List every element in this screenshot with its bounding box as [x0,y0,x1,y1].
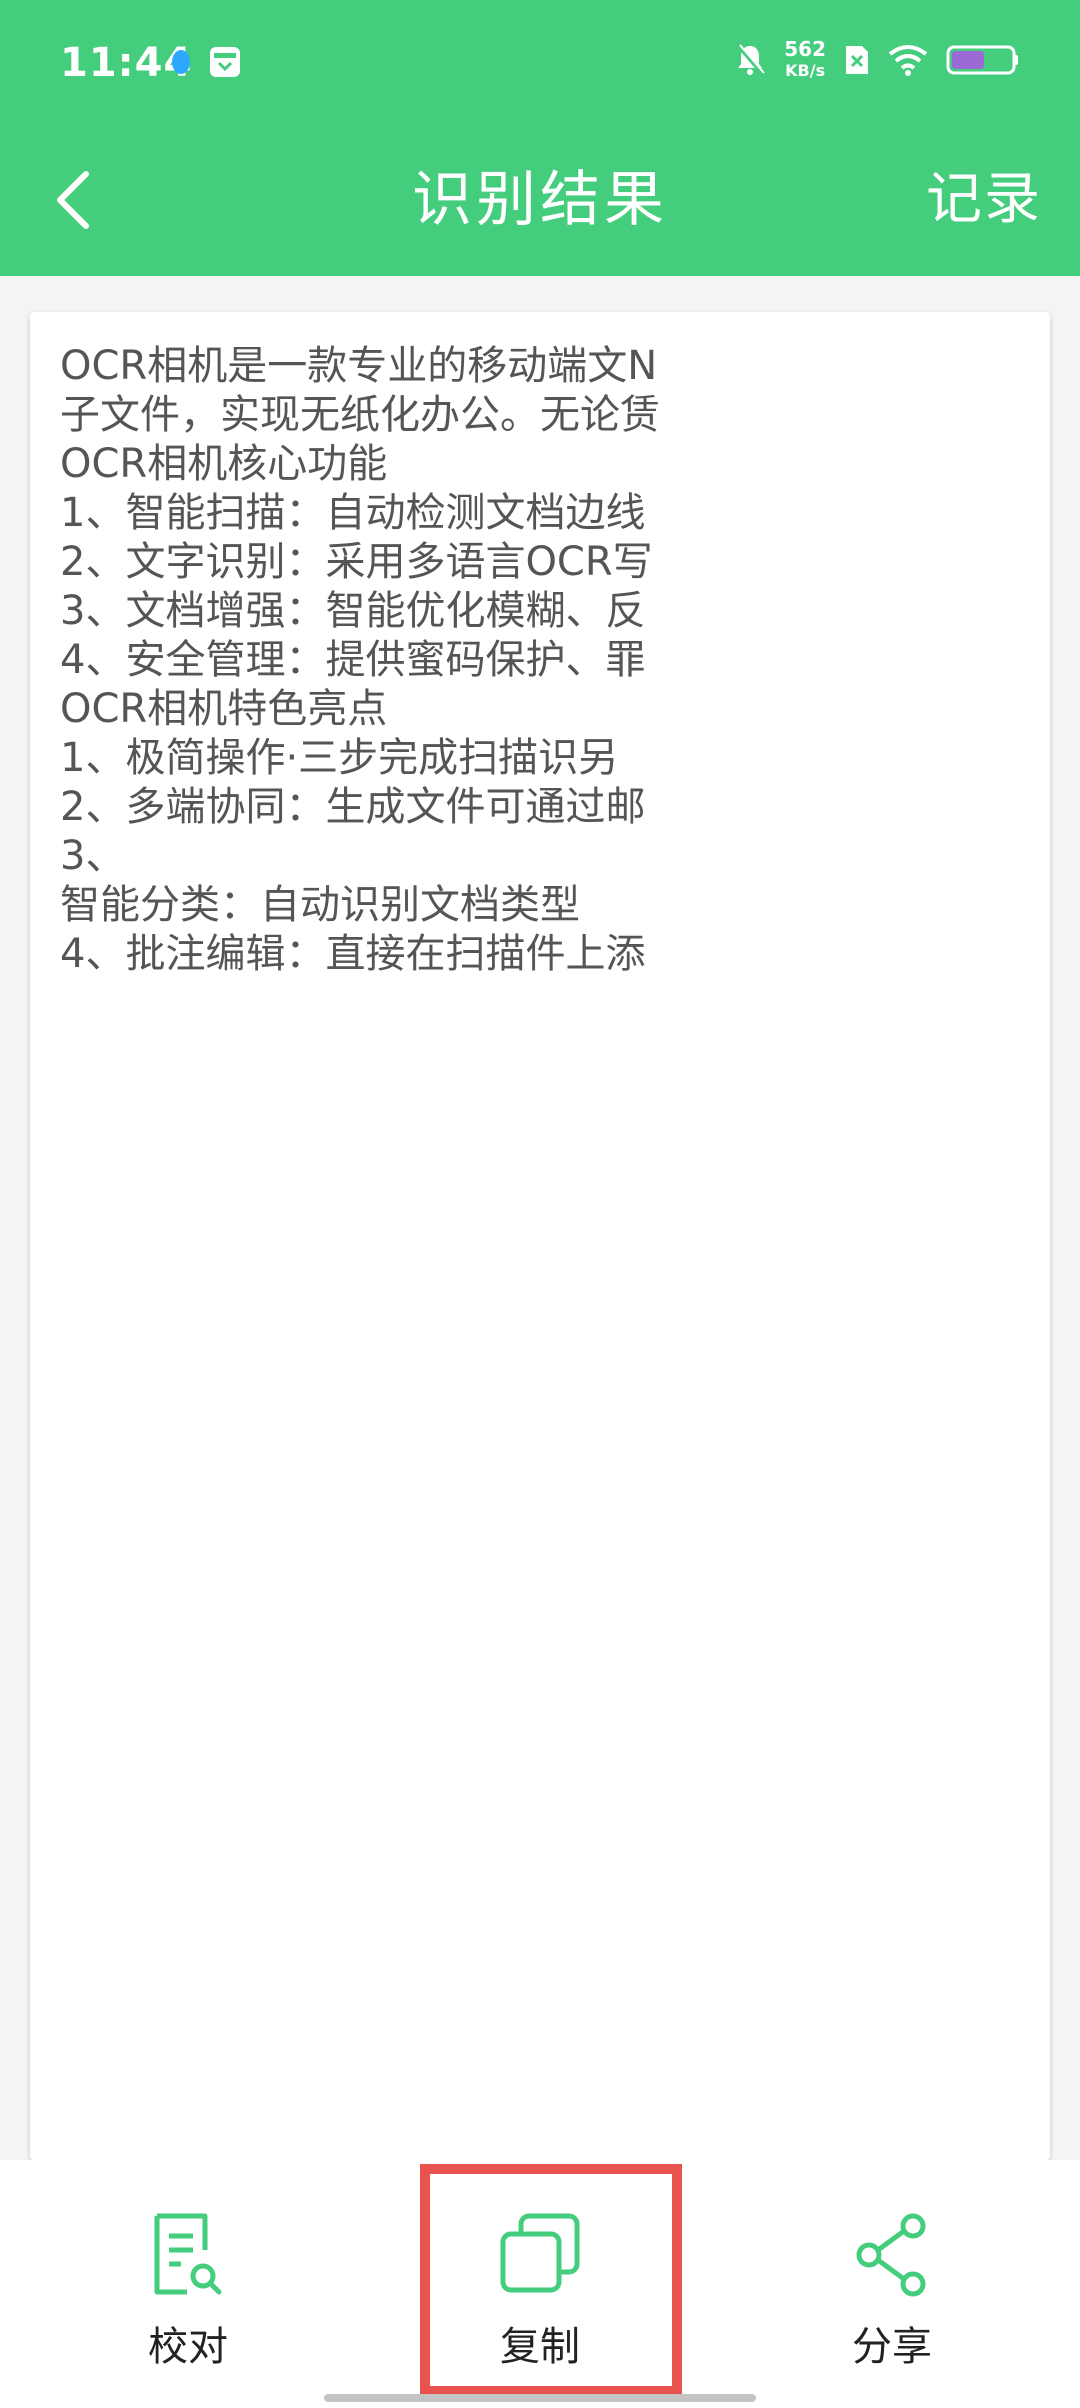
network-speed: 562 KB/s [784,38,826,82]
proofread-button[interactable]: 校对 [58,2210,318,2390]
bottom-action-bar: 校对 复制 分享 [0,2160,1080,2408]
app-header: 11:44 562 KB/s 识别结果 记录 [0,0,1080,276]
result-line: 4、批注编辑：直接在扫描件上添 [60,931,646,977]
location-dot-icon [172,50,190,74]
result-line: 子文件，实现无纸化办公。无论赁 [60,392,660,438]
result-line: 4、安全管理：提供蜜码保护、罪 [60,637,646,683]
page-title: 识别结果 [412,165,668,235]
network-speed-unit: KB/s [785,61,826,80]
result-line: OCR相机是一款专业的移动端文N [60,343,658,389]
no-sim-icon [846,46,868,74]
result-text-area[interactable]: OCR相机是一款专业的移动端文N 子文件，实现无纸化办公。无论赁 OCR相机核心… [60,342,1020,979]
copy-icon [500,2213,580,2293]
status-right-icons: 562 KB/s [734,38,1020,82]
record-button[interactable]: 记录 [926,150,1042,250]
result-line: 1、智能扫描：自动检测文档边线 [60,490,646,536]
title-bar: 识别结果 记录 [0,130,1080,276]
mute-bell-icon [737,44,766,75]
result-line: 智能分类：自动识别文档类型 [60,882,580,928]
archive-box-icon [210,47,240,77]
share-label: 分享 [852,2324,932,2370]
wifi-icon [888,45,928,76]
result-line: 1、极简操作·三步完成扫描识另 [60,735,619,781]
result-line: OCR相机核心功能 [60,441,388,487]
copy-button[interactable]: 复制 [410,2210,670,2390]
notification-icons [170,45,242,79]
document-search-icon [154,2213,222,2295]
result-line: OCR相机特色亮点 [60,686,388,732]
copy-label: 复制 [500,2324,580,2370]
proofread-label: 校对 [148,2324,228,2370]
result-line: 3、文档增强：智能优化模糊、反 [60,588,646,634]
result-line: 2、多端协同：生成文件可通过邮 [60,784,646,830]
result-line: 3、 [60,833,126,879]
share-icon [856,2213,926,2297]
result-line: 2、文字识别：采用多语言OCR写 [60,539,653,585]
network-speed-value: 562 [784,37,826,61]
share-button[interactable]: 分享 [762,2210,1022,2390]
result-card: OCR相机是一款专业的移动端文N 子文件，实现无纸化办公。无论赁 OCR相机核心… [30,312,1050,2160]
status-bar: 11:44 562 KB/s [0,0,1080,130]
home-indicator[interactable] [324,2394,756,2402]
battery-icon [946,45,1018,75]
